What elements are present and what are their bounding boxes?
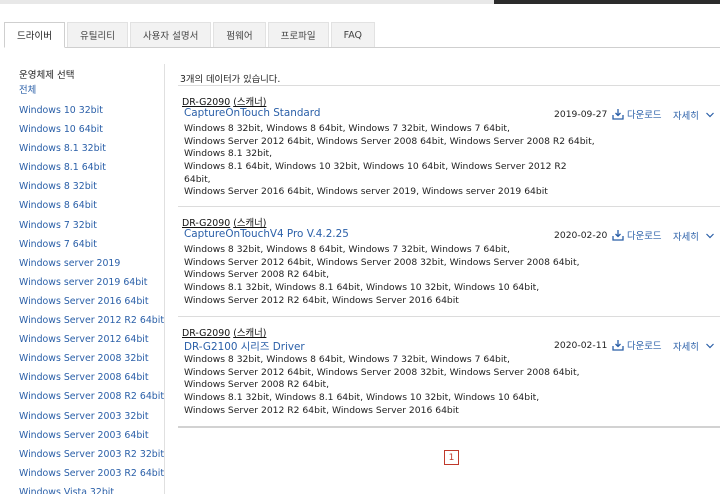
os-line: Windows 8.1 32bit, Windows 8.1 64bit, Wi… [184, 282, 540, 294]
item-title[interactable]: DR-G2100 시리즈 Driver [184, 338, 305, 353]
category-tabs: 드라이버 유틸리티 사용자 설명서 펌웨어 프로파일 FAQ [4, 22, 377, 48]
sidebar-item-server2003r2-32[interactable]: Windows Server 2003 R2 32bit [19, 445, 164, 464]
download-label: 다운로드 [627, 341, 662, 352]
item-os-list: Windows 8 32bit, Windows 8 64bit, Window… [184, 354, 580, 417]
download-button[interactable]: 다운로드 [612, 228, 662, 242]
detail-label: 자세히 [673, 342, 699, 353]
sidebar-item-server2008-32[interactable]: Windows Server 2008 32bit [19, 349, 159, 368]
download-label: 다운로드 [627, 110, 662, 121]
list-top-border [178, 85, 720, 86]
item-date: 2020-02-20 [554, 230, 608, 241]
sidebar-item-server2003-64[interactable]: Windows Server 2003 64bit [19, 426, 159, 445]
detail-label: 자세히 [673, 111, 699, 122]
list-item: DR-G2090 (스캐너) CaptureOnTouchV4 Pro V.4.… [178, 215, 720, 317]
item-category[interactable]: DR-G2090 (스캐너) [182, 325, 266, 339]
sidebar-item-server2008r2-64[interactable]: Windows Server 2008 R2 64bit [19, 387, 164, 406]
sidebar-item-win8-64[interactable]: Windows 8 64bit [19, 196, 159, 215]
sidebar-item-vista-32[interactable]: Windows Vista 32bit [19, 483, 159, 494]
tab-firmware[interactable]: 펌웨어 [213, 22, 266, 47]
detail-label: 자세히 [673, 232, 699, 243]
sidebar-divider [164, 64, 165, 494]
sidebar-item-server2012-64[interactable]: Windows Server 2012 64bit [19, 330, 159, 349]
item-title[interactable]: CaptureOnTouch Standard [184, 107, 320, 119]
sidebar-item-win81-32[interactable]: Windows 8.1 32bit [19, 139, 159, 158]
list-item: DR-G2090 (스캐너) CaptureOnTouch Standard W… [178, 94, 720, 207]
pagination-page-current[interactable]: 1 [444, 450, 459, 465]
os-line: Windows Server 2008 R2 64bit, [184, 379, 330, 391]
tab-faq[interactable]: FAQ [330, 22, 376, 47]
chevron-down-icon [705, 233, 714, 239]
sidebar-item-server2008-64[interactable]: Windows Server 2008 64bit [19, 368, 159, 387]
result-count: 3개의 데이터가 있습니다. [180, 74, 281, 85]
sidebar-item-win10-64[interactable]: Windows 10 64bit [19, 120, 159, 139]
chevron-down-icon [705, 343, 714, 349]
os-line: Windows Server 2012 R2 64bit, Windows Se… [184, 294, 459, 306]
sidebar-item-server2016-64[interactable]: Windows Server 2016 64bit [19, 292, 159, 311]
list-bottom-border [178, 426, 720, 428]
tab-user-manual[interactable]: 사용자 설명서 [129, 22, 212, 47]
os-line: Windows 8 32bit, Windows 8 64bit, Window… [184, 354, 510, 365]
top-strip [0, 0, 494, 4]
sidebar-item-win81-64[interactable]: Windows 8.1 64bit [19, 158, 159, 177]
os-line: Windows 8.1 32bit, [184, 148, 273, 160]
os-line: Windows Server 2016 64bit, Windows serve… [184, 186, 548, 198]
os-sidebar: 운영체제 선택 전체 Windows 10 32bit Windows 10 6… [19, 68, 164, 494]
item-date: 2020-02-11 [554, 340, 608, 351]
detail-toggle[interactable]: 자세히 [673, 339, 715, 353]
tab-profile[interactable]: 프로파일 [267, 22, 329, 47]
download-button[interactable]: 다운로드 [612, 338, 662, 352]
item-os-list: Windows 8 32bit, Windows 8 64bit, Window… [184, 123, 595, 199]
item-divider [178, 206, 720, 207]
download-icon [612, 109, 624, 120]
os-line: Windows 8 32bit, Windows 8 64bit, Window… [184, 244, 510, 255]
chevron-down-icon [705, 112, 714, 118]
os-line: Windows 8.1 64bit, Windows 10 32bit, Win… [184, 161, 567, 173]
download-icon [612, 230, 624, 241]
os-line: Windows Server 2012 64bit, Windows Serve… [184, 366, 580, 378]
os-line: Windows 8 32bit, Windows 8 64bit, Window… [184, 123, 510, 134]
os-line: Windows Server 2012 64bit, Windows Serve… [184, 256, 580, 268]
tab-utility[interactable]: 유틸리티 [66, 22, 128, 47]
tab-divider [4, 47, 720, 48]
os-line: Windows Server 2008 R2 64bit, [184, 269, 330, 281]
detail-toggle[interactable]: 자세히 [673, 108, 715, 122]
list-item: DR-G2090 (스캐너) DR-G2100 시리즈 Driver Windo… [178, 325, 720, 428]
item-category[interactable]: DR-G2090 (스캐너) [182, 215, 266, 229]
sidebar-item-win8-32[interactable]: Windows 8 32bit [19, 177, 159, 196]
item-category[interactable]: DR-G2090 (스캐너) [182, 94, 266, 108]
top-strip-dark [494, 0, 720, 4]
os-line: Windows 8.1 32bit, Windows 8.1 64bit, Wi… [184, 392, 540, 404]
item-divider [178, 316, 720, 317]
sidebar-title: 운영체제 선택 [19, 70, 75, 81]
tab-driver[interactable]: 드라이버 [4, 22, 65, 48]
sidebar-item-server2003r2-64[interactable]: Windows Server 2003 R2 64bit [19, 464, 164, 483]
download-label: 다운로드 [627, 231, 662, 242]
item-os-list: Windows 8 32bit, Windows 8 64bit, Window… [184, 244, 580, 307]
sidebar-item-server2019[interactable]: Windows server 2019 [19, 254, 159, 273]
sidebar-item-win7-32[interactable]: Windows 7 32bit [19, 216, 159, 235]
download-button[interactable]: 다운로드 [612, 107, 662, 121]
detail-toggle[interactable]: 자세히 [673, 229, 715, 243]
sidebar-item-all[interactable]: 전체 [19, 84, 159, 101]
os-line: Windows Server 2012 R2 64bit, Windows Se… [184, 404, 459, 416]
item-date: 2019-09-27 [554, 109, 608, 120]
download-icon [612, 340, 624, 351]
sidebar-item-win7-64[interactable]: Windows 7 64bit [19, 235, 159, 254]
sidebar-item-server2019-64[interactable]: Windows server 2019 64bit [19, 273, 159, 292]
os-line: 64bit, [184, 173, 211, 185]
sidebar-item-server2012r2-64[interactable]: Windows Server 2012 R2 64bit [19, 311, 164, 330]
sidebar-item-win10-32[interactable]: Windows 10 32bit [19, 101, 159, 120]
item-title[interactable]: CaptureOnTouchV4 Pro V.4.2.25 [184, 228, 349, 240]
sidebar-item-server2003-32[interactable]: Windows Server 2003 32bit [19, 407, 159, 426]
os-line: Windows Server 2012 64bit, Windows Serve… [184, 135, 595, 147]
